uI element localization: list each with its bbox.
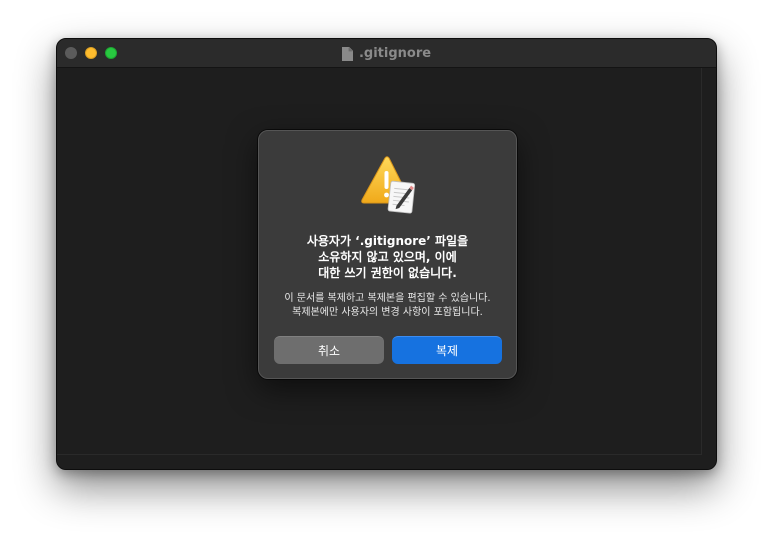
window-title-group: .gitignore	[57, 39, 716, 67]
horizontal-scroll-gutter	[57, 454, 702, 455]
headline-line: 사용자가 ‘.gitignore’ 파일을	[306, 234, 469, 248]
window-title: .gitignore	[358, 45, 432, 61]
document-icon	[341, 46, 353, 61]
dialog-headline: 사용자가 ‘.gitignore’ 파일을 소유하지 않고 있으며, 이에 대한…	[269, 233, 506, 281]
headline-line: 대한 쓰기 권한이 없습니다.	[318, 266, 457, 280]
title-bar[interactable]: .gitignore	[57, 39, 716, 68]
duplicate-button[interactable]: 복제	[392, 336, 502, 364]
dialog-informative-text: 이 문서를 복제하고 복제본을 편집할 수 있습니다. 복제본에만 사용자의 변…	[269, 292, 506, 320]
info-line: 이 문서를 복제하고 복제본을 편집할 수 있습니다.	[284, 293, 491, 304]
headline-line: 소유하지 않고 있으며, 이에	[318, 250, 457, 264]
locked-file-alert-dialog: 사용자가 ‘.gitignore’ 파일을 소유하지 않고 있으며, 이에 대한…	[258, 130, 517, 379]
cancel-button[interactable]: 취소	[274, 336, 384, 364]
warning-document-icon	[359, 156, 421, 214]
vertical-scroll-gutter	[701, 68, 702, 455]
info-line: 복제본에만 사용자의 변경 사항이 포함됩니다.	[292, 307, 483, 318]
